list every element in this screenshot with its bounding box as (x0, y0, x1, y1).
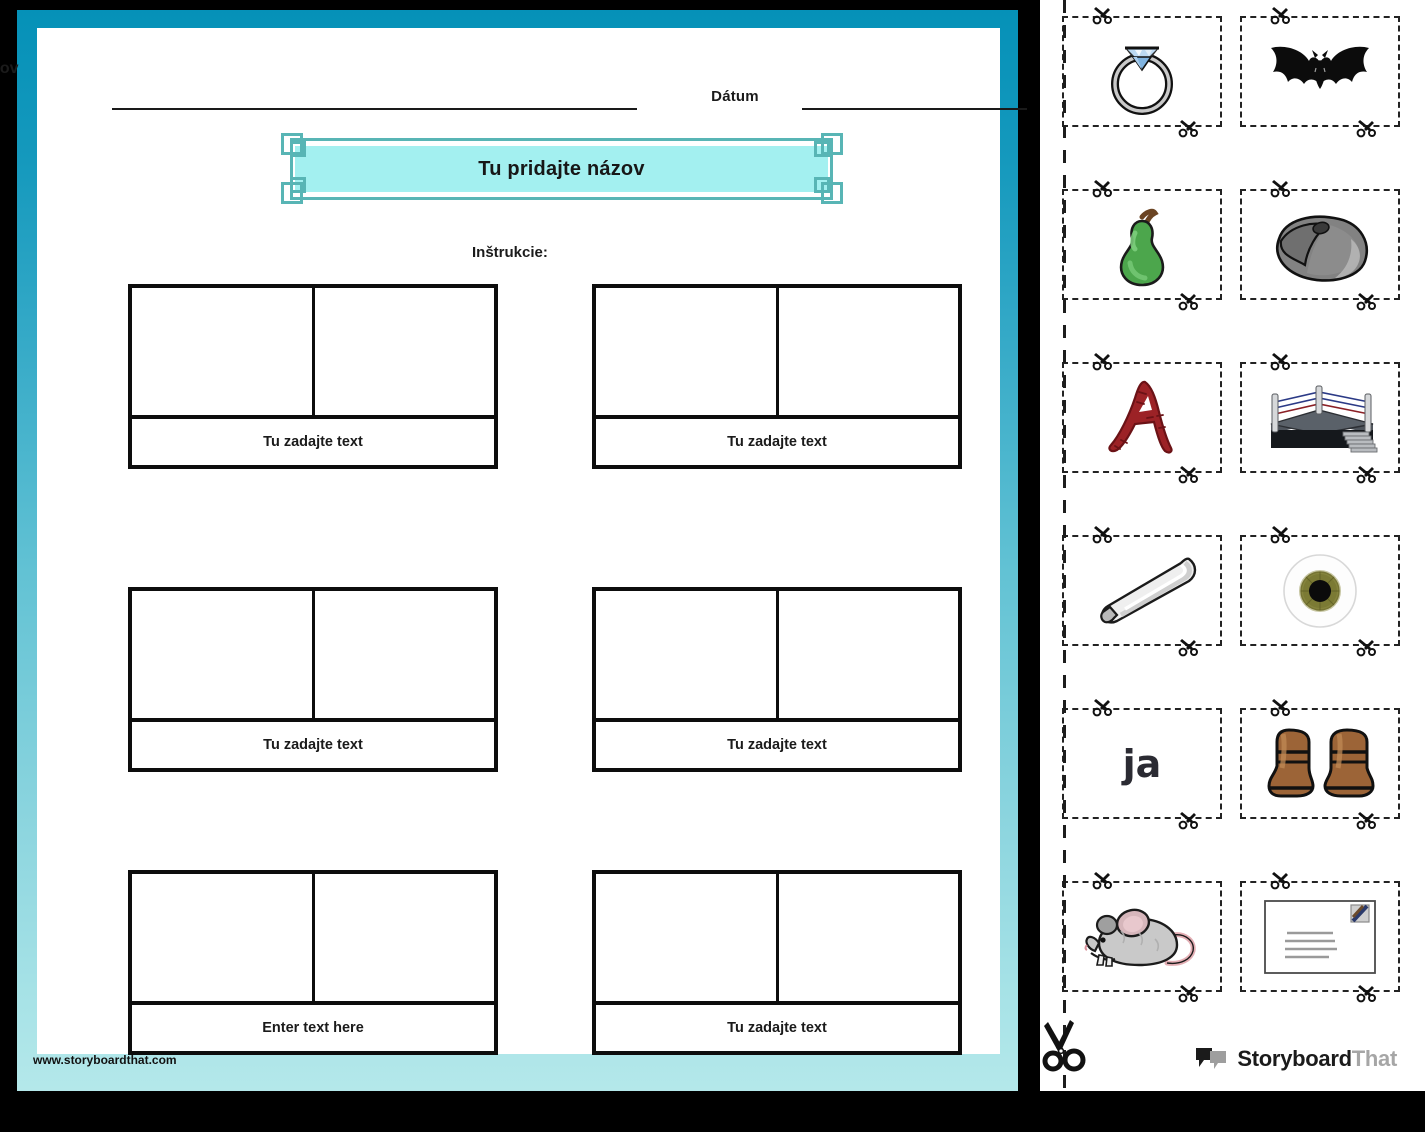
scissors-icon (1270, 351, 1296, 373)
scissors-icon (1356, 810, 1382, 832)
worksheet-box[interactable]: Tu zadajte text (592, 284, 962, 469)
worksheet-box-caption[interactable]: Tu zadajte text (596, 415, 958, 465)
scissors-icon (1356, 291, 1382, 313)
worksheet-cell-right[interactable] (314, 874, 494, 1005)
scissors-icon (1092, 178, 1118, 200)
worksheet-cell-left[interactable] (132, 591, 315, 722)
baseball-bat-icon (1100, 557, 1197, 624)
worksheet-box[interactable]: Tu zadajte text (592, 587, 962, 772)
worksheet-box-cells (596, 591, 958, 722)
worksheet-box-caption[interactable]: Tu zadajte text (596, 1001, 958, 1051)
scissors-icon (1178, 291, 1204, 313)
cutout-card[interactable]: ja (1062, 699, 1222, 830)
worksheet-cell-left[interactable] (132, 874, 315, 1005)
worksheet-box[interactable]: Enter text here (128, 870, 498, 1055)
cut-line-divider (1063, 0, 1066, 1091)
scissors-icon (1178, 118, 1204, 140)
computer-mouse-icon (1276, 215, 1368, 282)
worksheet-page: Dátum Tu pridajte názov Inštrukcie: Tu z… (17, 10, 1027, 1091)
scissors-icon (1178, 464, 1204, 486)
bat-icon (1271, 46, 1369, 89)
scissors-icon (1178, 637, 1204, 659)
postcard-icon (1264, 899, 1376, 974)
cutout-card[interactable] (1062, 872, 1222, 1003)
worksheet-box-caption[interactable]: Tu zadajte text (596, 718, 958, 768)
worksheet-box[interactable]: Tu zadajte text (128, 284, 498, 469)
worksheet-box-caption[interactable]: Tu zadajte text (132, 415, 494, 465)
scissors-icon (1356, 637, 1382, 659)
page-inner-white: Dátum Tu pridajte názov Inštrukcie: Tu z… (37, 28, 1027, 1055)
cutout-cards-grid: ja (1062, 7, 1412, 1016)
footer-url[interactable]: www.storyboardthat.com (33, 1053, 177, 1067)
scissors-icon (1356, 983, 1382, 1005)
cutout-card[interactable] (1062, 353, 1222, 484)
scissors-icon (1092, 524, 1118, 546)
scissors-icon (1270, 697, 1296, 719)
scissors-icon (1270, 870, 1296, 892)
worksheet-box-caption[interactable]: Tu zadajte text (132, 718, 494, 768)
scissors-icon (1092, 697, 1118, 719)
mouse-animal-icon (1084, 908, 1196, 967)
boots-icon (1267, 727, 1375, 797)
worksheet-cell-right[interactable] (314, 591, 494, 722)
letter-a-icon (1108, 380, 1173, 454)
screenshot-root: Dátum Tu pridajte názov Inštrukcie: Tu z… (0, 0, 1425, 1132)
scissors-icon (1270, 5, 1296, 27)
scissors-icon (1092, 870, 1118, 892)
scissors-icon (1092, 351, 1118, 373)
worksheet-cell-left[interactable] (596, 874, 779, 1005)
scissors-icon (1092, 5, 1118, 27)
scissors-icon (1178, 810, 1204, 832)
worksheet-box-cells (132, 874, 494, 1005)
scissors-icon (1356, 464, 1382, 486)
worksheet-cell-right[interactable] (778, 591, 958, 722)
worksheet-box-grid: Tu zadajte text Tu zadajte text Tu zadaj… (42, 28, 1000, 1055)
logo-text-part2: That (1351, 1046, 1398, 1071)
cutout-card[interactable] (1240, 180, 1400, 311)
scissors-icon (1040, 1018, 1092, 1074)
name-label-cutoff: ázov (0, 60, 19, 77)
cutout-cards-panel: ja StoryboardThat (1040, 0, 1425, 1091)
worksheet-box[interactable]: Tu zadajte text (592, 870, 962, 1055)
pear-icon (1119, 208, 1165, 286)
worksheet-box-caption[interactable]: Enter text here (132, 1001, 494, 1051)
worksheet-cell-left[interactable] (596, 288, 779, 419)
cutout-card[interactable] (1240, 699, 1400, 830)
worksheet-cell-left[interactable] (132, 288, 315, 419)
cutout-card[interactable] (1062, 180, 1222, 311)
eyeball-icon (1283, 553, 1357, 628)
worksheet-cell-right[interactable] (778, 874, 958, 1005)
scissors-icon (1270, 524, 1296, 546)
diamond-ring-icon (1111, 46, 1173, 115)
speech-bubbles-icon (1196, 1048, 1227, 1069)
worksheet-box-cells (132, 288, 494, 419)
cutout-card[interactable] (1240, 526, 1400, 657)
worksheet-box-cells (596, 288, 958, 419)
storyboardthat-logo[interactable]: StoryboardThat (1194, 1046, 1397, 1072)
cutout-card[interactable] (1240, 7, 1400, 138)
scissors-icon (1178, 983, 1204, 1005)
worksheet-cell-right[interactable] (314, 288, 494, 419)
word-ja-icon: ja (1122, 741, 1162, 786)
cutout-card[interactable] (1240, 872, 1400, 1003)
worksheet-cell-right[interactable] (778, 288, 958, 419)
scissors-icon (1270, 178, 1296, 200)
worksheet-sheet: Dátum Tu pridajte názov Inštrukcie: Tu z… (42, 28, 1027, 1055)
worksheet-box-cells (596, 874, 958, 1005)
worksheet-box[interactable]: Tu zadajte text (128, 587, 498, 772)
logo-text: StoryboardThat (1237, 1046, 1397, 1072)
cutout-card[interactable] (1240, 353, 1400, 484)
boxing-ring-icon (1270, 385, 1378, 452)
worksheet-box-cells (132, 591, 494, 722)
cutout-card[interactable] (1062, 526, 1222, 657)
logo-text-part1: Storyboard (1237, 1046, 1352, 1071)
worksheet-cell-left[interactable] (596, 591, 779, 722)
cutout-card[interactable] (1062, 7, 1222, 138)
scissors-icon (1356, 118, 1382, 140)
